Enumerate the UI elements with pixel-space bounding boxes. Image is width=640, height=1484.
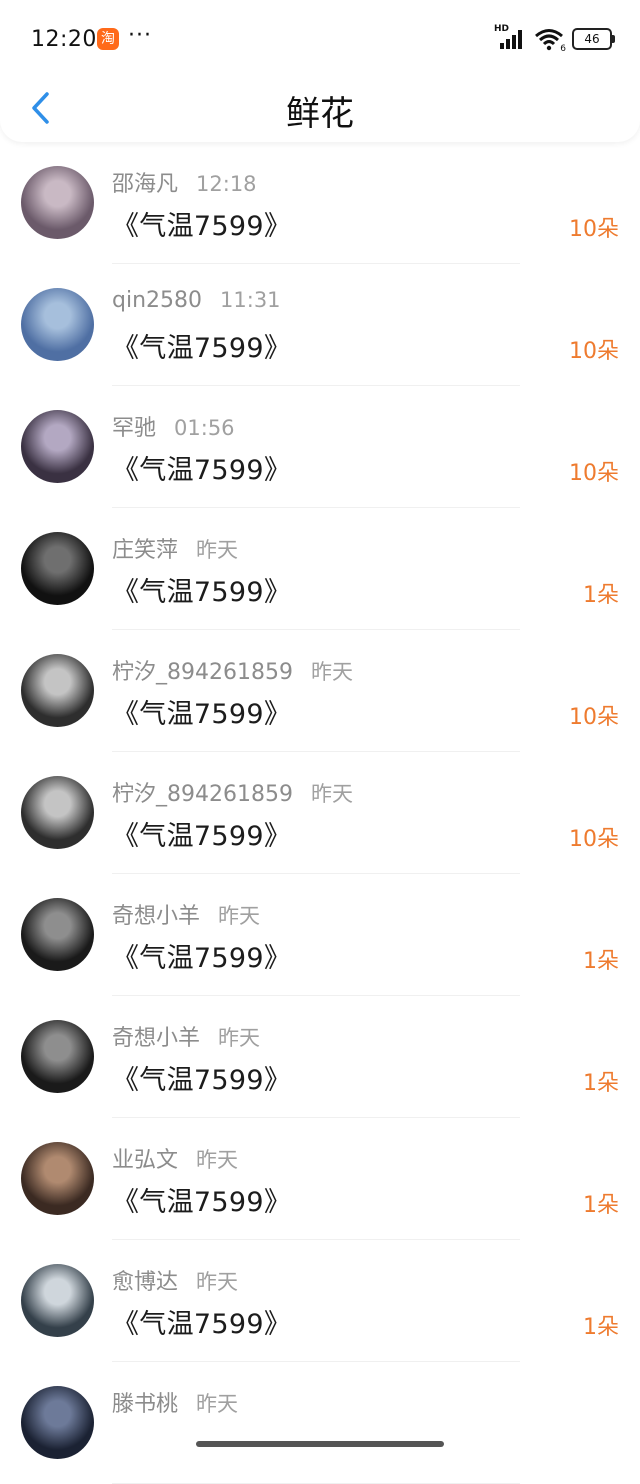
flower-count: 10朵 — [569, 827, 619, 852]
gift-time: 昨天 — [196, 1148, 239, 1172]
avatar[interactable] — [21, 776, 94, 849]
list-item[interactable]: 柠汐_894261859 昨天 《气温7599》 10朵 — [0, 630, 640, 752]
avatar[interactable] — [21, 166, 94, 239]
wifi-icon: 6 — [534, 27, 566, 54]
sender-name[interactable]: 邵海凡 — [112, 172, 178, 197]
avatar[interactable] — [21, 1386, 94, 1459]
sender-name[interactable]: 滕书桃 — [112, 1392, 178, 1417]
book-title[interactable]: 《气温7599》 — [112, 204, 291, 243]
status-icons: HD 6 46 — [494, 24, 615, 54]
avatar[interactable] — [21, 410, 94, 483]
flower-count: 1朵 — [583, 949, 619, 974]
battery-indicator: 46 — [572, 28, 615, 50]
sender-meta: 奇想小羊 昨天 — [112, 1020, 260, 1052]
avatar[interactable] — [21, 654, 94, 727]
list-item[interactable]: 滕书桃 昨天 — [0, 1362, 640, 1484]
sender-meta: 庄笑萍 昨天 — [112, 532, 238, 564]
avatar[interactable] — [21, 532, 94, 605]
flower-count: 1朵 — [583, 1071, 619, 1096]
avatar[interactable] — [21, 1142, 94, 1215]
sender-meta: qin2580 11:31 — [112, 288, 281, 313]
gift-time: 昨天 — [218, 904, 261, 928]
sender-name[interactable]: 奇想小羊 — [112, 904, 200, 929]
sender-name[interactable]: 业弘文 — [112, 1148, 178, 1173]
list-item[interactable]: 业弘文 昨天 《气温7599》 1朵 — [0, 1118, 640, 1240]
book-title[interactable]: 《气温7599》 — [112, 692, 291, 731]
more-notifications-icon: ··· — [128, 23, 152, 48]
book-title[interactable]: 《气温7599》 — [112, 448, 291, 487]
gift-time: 昨天 — [196, 1270, 239, 1294]
list-item[interactable]: 邵海凡 12:18 《气温7599》 10朵 — [0, 142, 640, 264]
status-time: 12:20 — [31, 27, 97, 52]
sender-name[interactable]: 奇想小羊 — [112, 1026, 200, 1051]
gift-time: 昨天 — [196, 538, 239, 562]
list-item[interactable]: 庄笑萍 昨天 《气温7599》 1朵 — [0, 508, 640, 630]
gift-time: 昨天 — [310, 782, 353, 806]
sender-meta: 邵海凡 12:18 — [112, 166, 257, 198]
book-title[interactable]: 《气温7599》 — [112, 570, 291, 609]
sender-name[interactable]: 庄笑萍 — [112, 538, 178, 563]
avatar[interactable] — [21, 288, 94, 361]
sender-meta: 滕书桃 昨天 — [112, 1386, 238, 1418]
avatar[interactable] — [21, 1264, 94, 1337]
sender-name[interactable]: 罕驰 — [112, 416, 156, 441]
gift-time: 11:31 — [220, 288, 281, 312]
page-title: 鲜花 — [286, 94, 354, 134]
book-title[interactable]: 《气温7599》 — [112, 1302, 291, 1341]
flower-count: 10朵 — [569, 705, 619, 730]
gift-time: 01:56 — [174, 416, 235, 440]
home-indicator[interactable] — [196, 1441, 444, 1447]
avatar[interactable] — [21, 898, 94, 971]
top-bar: 12:20 淘 ··· HD 6 46 鲜花 — [0, 0, 640, 142]
sender-meta: 柠汐_894261859 昨天 — [112, 654, 353, 686]
list-item[interactable]: qin2580 11:31 《气温7599》 10朵 — [0, 264, 640, 386]
status-bar: 12:20 淘 ··· HD 6 46 — [0, 0, 640, 78]
book-title[interactable]: 《气温7599》 — [112, 936, 291, 975]
sender-name[interactable]: qin2580 — [112, 288, 202, 313]
list-item[interactable]: 柠汐_894261859 昨天 《气温7599》 10朵 — [0, 752, 640, 874]
avatar[interactable] — [21, 1020, 94, 1093]
sender-name[interactable]: 柠汐_894261859 — [112, 660, 293, 685]
book-title[interactable]: 《气温7599》 — [112, 1180, 291, 1219]
list-item[interactable]: 愈博达 昨天 《气温7599》 1朵 — [0, 1240, 640, 1362]
gift-time: 12:18 — [196, 172, 257, 196]
flower-gift-list: 邵海凡 12:18 《气温7599》 10朵 qin2580 11:31 《气温75… — [0, 142, 640, 1484]
flower-count: 1朵 — [583, 583, 619, 608]
sender-meta: 业弘文 昨天 — [112, 1142, 238, 1174]
gift-time: 昨天 — [310, 660, 353, 684]
cellular-signal-icon: HD — [494, 24, 526, 51]
flower-count: 10朵 — [569, 461, 619, 486]
book-title[interactable]: 《气温7599》 — [112, 1058, 291, 1097]
list-item[interactable]: 奇想小羊 昨天 《气温7599》 1朵 — [0, 996, 640, 1118]
taobao-app-icon: 淘 — [97, 28, 119, 50]
sender-meta: 罕驰 01:56 — [112, 410, 235, 442]
gift-time: 昨天 — [196, 1392, 239, 1416]
sender-name[interactable]: 愈博达 — [112, 1270, 178, 1295]
sender-meta: 愈博达 昨天 — [112, 1264, 238, 1296]
flower-count: 1朵 — [583, 1193, 619, 1218]
list-item[interactable]: 罕驰 01:56 《气温7599》 10朵 — [0, 386, 640, 508]
sender-meta: 奇想小羊 昨天 — [112, 898, 260, 930]
gift-time: 昨天 — [218, 1026, 261, 1050]
book-title[interactable]: 《气温7599》 — [112, 814, 291, 853]
list-item[interactable]: 奇想小羊 昨天 《气温7599》 1朵 — [0, 874, 640, 996]
sender-name[interactable]: 柠汐_894261859 — [112, 782, 293, 807]
flower-count: 10朵 — [569, 339, 619, 364]
flower-count: 10朵 — [569, 217, 619, 242]
flower-count: 1朵 — [583, 1315, 619, 1340]
sender-meta: 柠汐_894261859 昨天 — [112, 776, 353, 808]
book-title[interactable]: 《气温7599》 — [112, 326, 291, 365]
